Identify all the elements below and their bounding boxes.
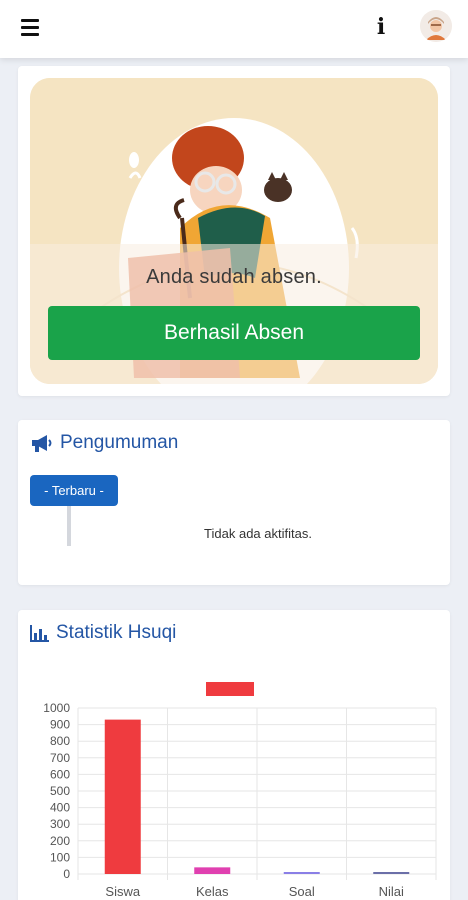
bar-chart-icon — [30, 624, 50, 642]
y-tick-label: 100 — [50, 850, 70, 864]
no-activity-text: Tidak ada aktifitas. — [204, 526, 312, 541]
x-tick-label: Nilai — [379, 884, 404, 899]
latest-tag: - Terbaru - — [30, 475, 118, 506]
y-tick-label: 700 — [50, 751, 70, 765]
announcement-title: Pengumuman — [30, 430, 178, 456]
y-tick-label: 500 — [50, 784, 70, 798]
statistics-title-text: Statistik Hsuqi — [56, 622, 177, 643]
x-tick-label: Siswa — [105, 884, 140, 899]
attendance-illustration: Anda sudah absen. Berhasil Absen — [30, 78, 438, 384]
timeline-line — [67, 506, 71, 546]
statistics-title: Statistik Hsuqi — [30, 620, 176, 646]
y-tick-label: 600 — [50, 767, 70, 781]
y-tick-label: 1000 — [43, 701, 70, 715]
announcement-card: Pengumuman - Terbaru - Tidak ada aktifit… — [18, 420, 450, 585]
bar-nilai[interactable] — [373, 872, 410, 874]
info-icon[interactable]: i — [373, 14, 389, 40]
y-tick-label: 900 — [50, 718, 70, 732]
hamburger-menu-icon[interactable] — [21, 19, 39, 36]
attendance-card: Anda sudah absen. Berhasil Absen — [18, 66, 450, 396]
bar-soal[interactable] — [283, 872, 320, 874]
bar-kelas[interactable] — [194, 867, 231, 874]
y-tick-label: 400 — [50, 801, 70, 815]
bar-chart-svg: 0 100 200 300 400 500 600 700 800 900 1000 Siswa Kel… — [43, 682, 437, 899]
user-avatar[interactable] — [420, 10, 452, 42]
bar-siswa[interactable] — [104, 719, 141, 874]
y-tick-label: 0 — [63, 867, 70, 881]
statistics-card: Statistik Hsuqi 0 100 200 300 400 500 600 700 80… — [18, 610, 450, 900]
attendance-success-button[interactable]: Berhasil Absen — [48, 306, 420, 360]
y-tick-label: 800 — [50, 734, 70, 748]
statistics-chart: 0 100 200 300 400 500 600 700 800 900 1000 Siswa Kel… — [18, 658, 450, 900]
announcement-title-text: Pengumuman — [60, 432, 179, 453]
legend-swatch — [206, 682, 254, 696]
x-tick-label: Soal — [289, 884, 315, 899]
top-app-bar: i — [0, 0, 468, 58]
attendance-status-text: Anda sudah absen. — [146, 266, 322, 288]
y-tick-label: 300 — [50, 817, 70, 831]
megaphone-icon — [30, 433, 54, 453]
x-tick-label: Kelas — [196, 884, 229, 899]
y-tick-label: 200 — [50, 834, 70, 848]
